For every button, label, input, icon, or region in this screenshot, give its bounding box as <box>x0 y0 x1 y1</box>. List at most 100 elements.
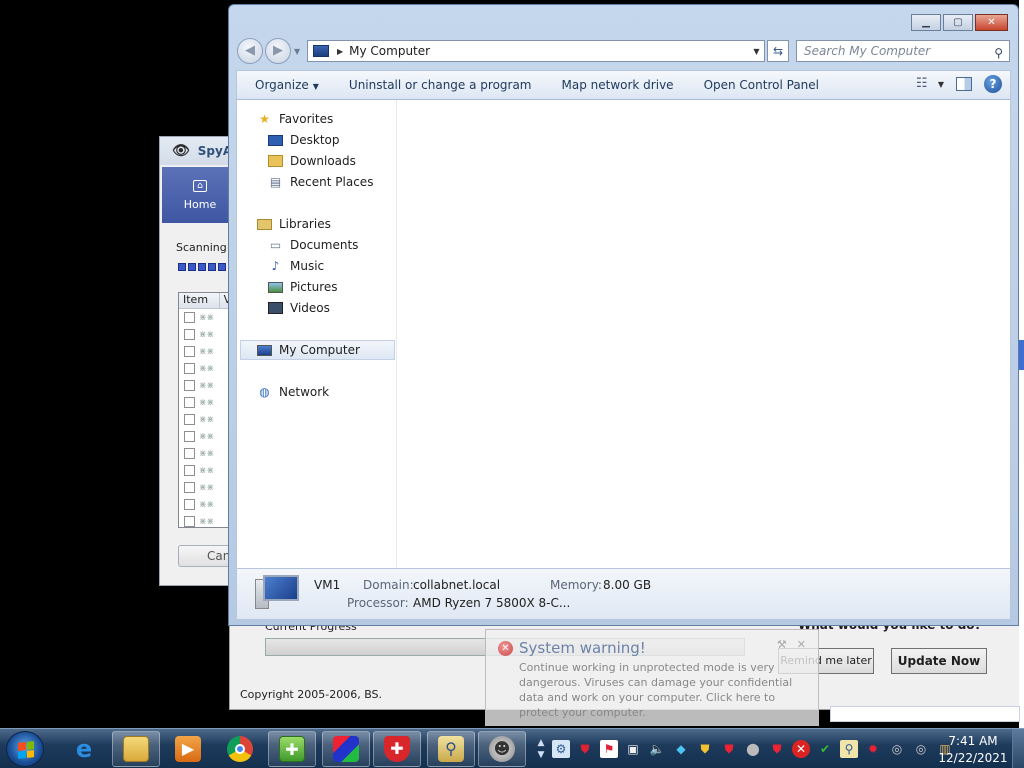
minimize-button[interactable]: ▁ <box>911 14 941 31</box>
open-control-panel-button[interactable]: Open Control Panel <box>689 78 834 92</box>
threat-checkbox[interactable] <box>184 380 195 391</box>
nav-videos-label: Videos <box>290 301 330 315</box>
tray-gray-icon[interactable]: ⬤ <box>744 740 762 758</box>
threat-checkbox[interactable] <box>184 397 195 408</box>
warning-title: System warning! <box>519 639 646 657</box>
taskbar-clock[interactable]: 7:41 AM 12/22/2021 <box>936 733 1010 767</box>
balloon-controls: ⚒ ✕ <box>777 638 806 651</box>
breadcrumb-chevron-icon[interactable]: ▶ <box>337 47 343 56</box>
domain-value: collabnet.local <box>413 578 501 592</box>
tray-check-shield-icon[interactable]: ✔ <box>816 740 834 758</box>
content-pane[interactable] <box>398 100 1010 568</box>
close-icon[interactable]: ✕ <box>797 638 806 651</box>
toolbar-right-group: ☷ ▼ ? <box>916 75 1002 93</box>
tray-monitor-icon[interactable]: ▣ <box>624 740 642 758</box>
nav-recent-label: Recent Places <box>290 175 374 189</box>
maximize-button[interactable]: ▢ <box>943 14 973 31</box>
nav-favorites[interactable]: ★ Favorites <box>257 109 333 129</box>
system-warning-balloon[interactable]: ✕ System warning! ⚒ ✕ Continue working i… <box>485 629 819 726</box>
options-icon[interactable]: ⚒ <box>777 638 787 651</box>
recent-pages-dropdown[interactable]: ▼ <box>294 47 300 56</box>
views-dropdown-icon[interactable]: ▼ <box>938 80 944 89</box>
threat-checkbox[interactable] <box>184 363 195 374</box>
threat-checkbox[interactable] <box>184 482 195 493</box>
start-button[interactable] <box>6 731 44 767</box>
organize-button[interactable]: Organize ▼ <box>237 78 334 92</box>
preview-pane-icon[interactable] <box>956 77 972 91</box>
taskbar-robot-app[interactable]: ☻ <box>478 731 526 767</box>
back-button[interactable]: ◀ <box>237 38 263 64</box>
taskbar-internet-explorer[interactable]: e <box>60 731 108 767</box>
spyware-home-button[interactable]: ⌂ Home <box>162 167 238 223</box>
tray-diamond-icon[interactable]: ◆ <box>672 740 690 758</box>
tray-red-shield-icon[interactable]: ⛊ <box>720 740 738 758</box>
bug-icon: ⋇⋇ <box>199 312 215 323</box>
threat-checkbox[interactable] <box>184 329 195 340</box>
error-icon: ✕ <box>498 641 513 656</box>
taskbar-chrome[interactable] <box>216 731 264 767</box>
nav-recent-places[interactable]: ▤ Recent Places <box>268 172 374 192</box>
command-toolbar: Organize ▼ Uninstall or change a program … <box>236 70 1011 100</box>
tray-target-icon-2[interactable]: ◎ <box>912 740 930 758</box>
tray-search-icon[interactable]: ⚲ <box>840 740 858 758</box>
navigation-pane[interactable]: ★ Favorites Desktop Downloads ▤ Recent Pla… <box>237 100 397 568</box>
tray-security-shield-icon[interactable]: ⛊ <box>696 740 714 758</box>
tray-bug-icon[interactable]: ✹ <box>864 740 882 758</box>
uninstall-program-button[interactable]: Uninstall or change a program <box>334 78 547 92</box>
threat-checkbox[interactable] <box>184 499 195 510</box>
tray-overflow-button[interactable]: ▲ ▼ <box>534 731 548 767</box>
update-now-button[interactable]: Update Now <box>891 648 987 674</box>
show-desktop-button[interactable] <box>1012 729 1024 768</box>
tray-shield-icon[interactable]: ⛊ <box>576 740 594 758</box>
search-icon[interactable]: ⚲ <box>994 43 1003 63</box>
nav-downloads[interactable]: Downloads <box>268 151 356 171</box>
nav-videos[interactable]: Videos <box>268 298 330 318</box>
map-network-drive-button[interactable]: Map network drive <box>547 78 689 92</box>
close-button[interactable]: ✕ <box>975 14 1008 31</box>
taskbar-windows-explorer[interactable] <box>112 731 160 767</box>
spyware-title-bar[interactable]: 👁 SpyA <box>160 137 238 165</box>
bug-icon: ⋇⋇ <box>199 397 215 408</box>
tray-network-icon[interactable]: ⚙ <box>552 740 570 758</box>
nav-documents[interactable]: ▭ Documents <box>268 235 359 255</box>
tray-target-icon[interactable]: ◎ <box>888 740 906 758</box>
threat-checkbox[interactable] <box>184 448 195 459</box>
taskbar-green-box-app[interactable]: ✚ <box>268 731 316 767</box>
threat-checkbox[interactable] <box>184 465 195 476</box>
taskbar-magnifier-app[interactable]: ⚲ <box>427 731 475 767</box>
red-shield-icon: ✚ <box>384 736 410 762</box>
threat-checkbox[interactable] <box>184 414 195 425</box>
threat-checkbox[interactable] <box>184 312 195 323</box>
nav-pictures[interactable]: Pictures <box>268 277 338 297</box>
threat-checkbox[interactable] <box>184 346 195 357</box>
refresh-button[interactable]: ⇆ <box>767 40 789 62</box>
nav-desktop[interactable]: Desktop <box>268 130 340 150</box>
scrollbar-thumb[interactable] <box>1019 340 1024 370</box>
forward-button[interactable]: ▶ <box>265 38 291 64</box>
tray-volume-icon[interactable]: 🔈 <box>648 740 666 758</box>
address-location[interactable]: My Computer <box>349 44 748 58</box>
nav-libraries[interactable]: Libraries <box>257 214 331 234</box>
column-header-item[interactable]: Item <box>179 293 220 308</box>
search-input[interactable]: Search My Computer ⚲ <box>796 40 1010 62</box>
address-bar[interactable]: ▶ My Computer ▼ <box>307 40 765 62</box>
tray-alert-shield-icon[interactable]: ⛊ <box>768 740 786 758</box>
tray-flag-icon[interactable]: ⚑ <box>600 740 618 758</box>
help-icon[interactable]: ? <box>984 75 1002 93</box>
tray-error-icon[interactable]: ✕ <box>792 740 810 758</box>
memory-label: Memory: <box>550 578 602 592</box>
taskbar-media-player[interactable]: ▶ <box>164 731 212 767</box>
recent-places-icon: ▤ <box>269 175 282 189</box>
threat-checkbox[interactable] <box>184 516 195 527</box>
nav-my-computer[interactable]: My Computer <box>240 340 395 360</box>
bug-icon: ⋇⋇ <box>199 380 215 391</box>
address-dropdown-icon[interactable]: ▼ <box>748 47 764 56</box>
warning-body[interactable]: Continue working in unprotected mode is … <box>519 660 815 720</box>
change-view-icon[interactable]: ☷ <box>916 77 932 91</box>
taskbar-red-shield-app[interactable]: ✚ <box>373 731 421 767</box>
media-player-icon: ▶ <box>175 736 201 762</box>
nav-network[interactable]: ◍ Network <box>257 382 329 402</box>
threat-checkbox[interactable] <box>184 431 195 442</box>
nav-music[interactable]: ♪ Music <box>268 256 325 276</box>
taskbar-colored-blocks-app[interactable] <box>322 731 370 767</box>
